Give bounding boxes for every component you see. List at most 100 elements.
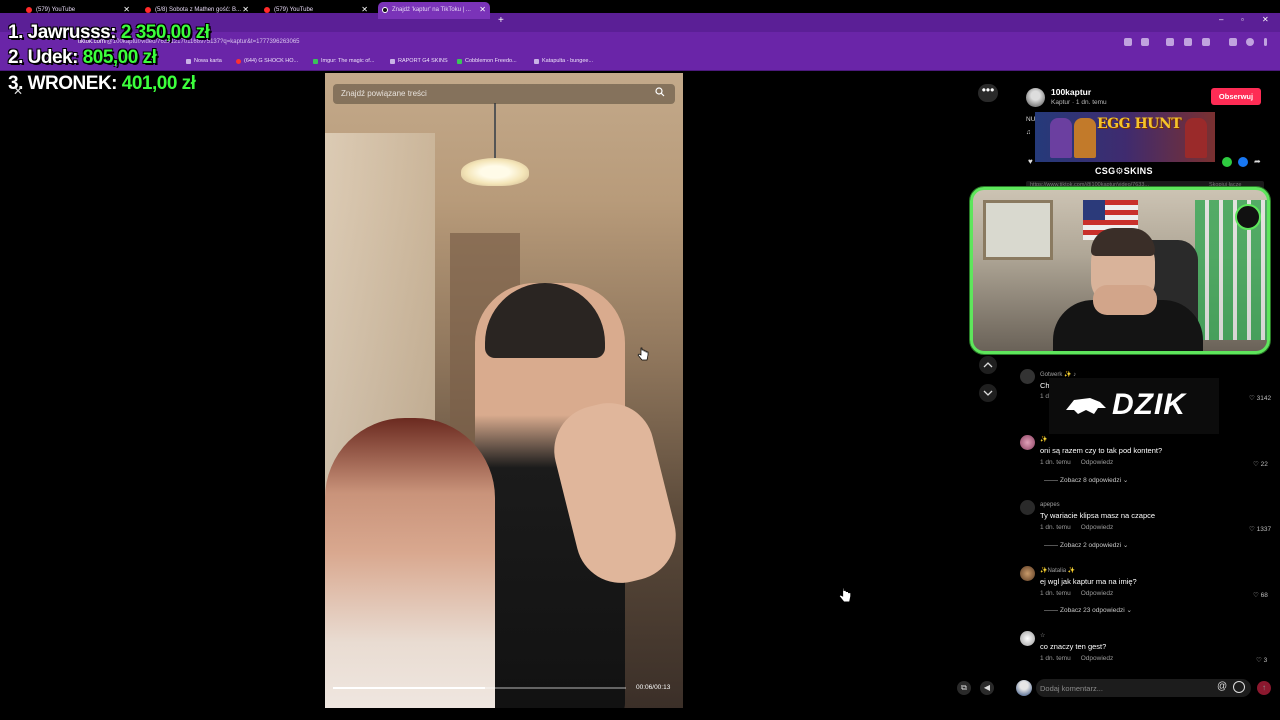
reply-button[interactable]: Odpowiedz <box>1081 524 1114 531</box>
chevron-up-icon <box>983 362 993 368</box>
comment-user[interactable]: ✨Natalia ✨ <box>1040 567 1075 574</box>
video-progress-fill <box>333 687 486 689</box>
miniplayer-icon[interactable]: ⧉ <box>957 681 971 695</box>
tab-label: (579) YouTube <box>36 7 76 13</box>
extensions-puzzle-icon[interactable] <box>1202 38 1210 46</box>
author-name[interactable]: 100kaptur <box>1051 87 1091 97</box>
comment-like-count[interactable]: ♡ 68 <box>1253 591 1268 599</box>
comment-time: 1 dn. temu <box>1040 524 1071 531</box>
view-replies-button[interactable]: Zobacz 2 odpowiedzi ⌄ <box>1044 541 1128 549</box>
egg-hunt-character <box>1074 118 1096 158</box>
comment-user[interactable]: Gotwerk ✨ ♪ <box>1040 371 1076 378</box>
leader-amount: 401,00 zł <box>121 73 196 94</box>
comment-like-count[interactable]: ♡ 3 <box>1256 656 1267 664</box>
close-video-icon[interactable]: ✕ <box>13 84 23 98</box>
comment-avatar[interactable] <box>1020 631 1035 646</box>
youtube-icon <box>145 7 151 13</box>
view-replies-button[interactable]: Zobacz 8 odpowiedzi ⌄ <box>1044 476 1128 484</box>
leader-amount: 805,00 zł <box>82 47 157 68</box>
emoji-icon[interactable] <box>1233 681 1245 693</box>
like-count: 68 <box>1260 592 1268 599</box>
leader-name: 1. Jawrusss: <box>8 22 117 43</box>
comment-text: oni są razem czy to tak pod kontent? <box>1040 446 1163 455</box>
tab-youtube-2[interactable]: (5/8) Sobota z Mathen gość: B... ✕ <box>141 2 253 19</box>
tab-youtube-1[interactable]: (579) YouTube ✕ <box>22 2 134 19</box>
search-icon[interactable] <box>655 87 665 97</box>
translate-icon[interactable] <box>1124 38 1132 46</box>
comment-text: co znaczy ten gest? <box>1040 642 1107 651</box>
comment-like-count[interactable]: ♡ 3142 <box>1249 394 1271 402</box>
bookmark-raport[interactable]: RAPORT G4 SKINS <box>390 58 448 64</box>
comment-text: ej wgl jak kaptur ma na imię? <box>1040 577 1137 586</box>
menu-dots-icon[interactable] <box>1264 38 1267 46</box>
tiktok-icon <box>382 7 388 13</box>
like-count: 22 <box>1260 461 1268 468</box>
share-arrow-icon[interactable]: ➦ <box>1254 157 1264 167</box>
leaderboard-row: 2. Udek: 805,00 zł <box>8 47 157 69</box>
comment-text: Ty wariacie klipsa masz na czapce <box>1040 511 1156 520</box>
comment-meta: 1 dn. temu Odpowiedz <box>1040 459 1113 466</box>
comment-like-count[interactable]: ♡ 1337 <box>1249 525 1271 533</box>
leaderboard-row: 3. WRONEK: 401,00 zł <box>8 73 196 95</box>
comment-avatar[interactable] <box>1020 369 1035 384</box>
video-time: 00:06/00:13 <box>636 684 671 691</box>
comment-avatar[interactable] <box>1020 500 1035 515</box>
reply-button[interactable]: Odpowiedz <box>1081 655 1114 662</box>
close-window-icon[interactable]: ✕ <box>1262 15 1269 24</box>
close-tab-icon[interactable]: ✕ <box>123 5 130 14</box>
comment-user[interactable]: ✨ <box>1040 436 1047 443</box>
user-avatar[interactable] <box>1016 680 1032 696</box>
bookmark-cobblemon[interactable]: Cobblemon Freedo... <box>457 58 517 64</box>
share-facebook-icon[interactable] <box>1238 157 1248 167</box>
sidebar-icon[interactable] <box>1229 38 1237 46</box>
previous-video-button[interactable] <box>979 356 997 374</box>
extension-icon[interactable] <box>1166 38 1174 46</box>
youtube-icon <box>264 7 270 13</box>
star-icon[interactable] <box>1141 38 1149 46</box>
extension-icon[interactable] <box>1184 38 1192 46</box>
chevron-down-icon <box>983 390 993 396</box>
minimize-icon[interactable]: – <box>1219 15 1223 24</box>
reply-button[interactable]: Odpowiedz <box>1081 590 1114 597</box>
comment-user[interactable]: apepes <box>1040 502 1060 508</box>
more-options-button[interactable]: ••• <box>978 84 998 102</box>
youtube-icon <box>26 7 32 13</box>
close-tab-icon[interactable]: ✕ <box>242 5 249 14</box>
tab-youtube-3[interactable]: (579) YouTube ✕ <box>260 2 372 19</box>
comment-time: 1 dn. temu <box>1040 590 1071 597</box>
tab-label: Znajdź 'kaptur' na TikToku | ... <box>392 7 471 13</box>
next-video-button[interactable] <box>979 384 997 402</box>
egg-hunt-character <box>1050 118 1072 158</box>
reply-button[interactable]: Odpowiedz <box>1081 459 1114 466</box>
comment-like-count[interactable]: ♡ 22 <box>1253 460 1268 468</box>
bookmark-new-tab[interactable]: Nowa karta <box>186 58 222 64</box>
view-replies-label: Zobacz 2 odpowiedzi <box>1060 542 1122 549</box>
profile-avatar-icon[interactable] <box>1246 38 1254 46</box>
close-tab-icon[interactable]: ✕ <box>361 5 368 14</box>
comment-avatar[interactable] <box>1020 435 1035 450</box>
close-tab-icon[interactable]: ✕ <box>479 5 486 14</box>
send-comment-button[interactable]: ↑ <box>1257 681 1271 695</box>
streamer-webcam <box>970 187 1270 354</box>
comment-meta: 1 dn. temu Odpowiedz <box>1040 655 1113 662</box>
csgo-skins-logo: CSG⚙SKINS <box>1095 166 1153 176</box>
comment-avatar[interactable] <box>1020 566 1035 581</box>
like-count: 1337 <box>1256 526 1272 533</box>
share-whatsapp-icon[interactable] <box>1222 157 1232 167</box>
bookmark-katapulta[interactable]: Katapulta - bungee... <box>534 58 593 64</box>
follow-button[interactable]: Obserwuj <box>1211 88 1261 105</box>
bookmark-gshock[interactable]: (644) G SHOCK HO... <box>236 58 298 64</box>
comment-user[interactable]: ☆ <box>1040 632 1045 639</box>
maximize-icon[interactable]: ▫ <box>1241 15 1244 24</box>
video-progress-bar[interactable] <box>333 687 626 689</box>
volume-icon[interactable]: ◀ <box>980 681 994 695</box>
video-player[interactable] <box>325 73 683 708</box>
like-icon[interactable]: ♥ <box>1028 157 1033 166</box>
new-tab-button[interactable]: + <box>498 15 504 26</box>
avatar[interactable] <box>1026 88 1045 107</box>
tab-tiktok[interactable]: Znajdź 'kaptur' na TikToku | ... ✕ <box>378 2 490 19</box>
like-count: 3 <box>1263 657 1268 664</box>
view-replies-button[interactable]: Zobacz 23 odpowiedzi ⌄ <box>1044 606 1132 614</box>
mention-button[interactable]: @ <box>1217 681 1227 692</box>
bookmark-imgur[interactable]: Imgur: The magic of... <box>313 58 374 64</box>
